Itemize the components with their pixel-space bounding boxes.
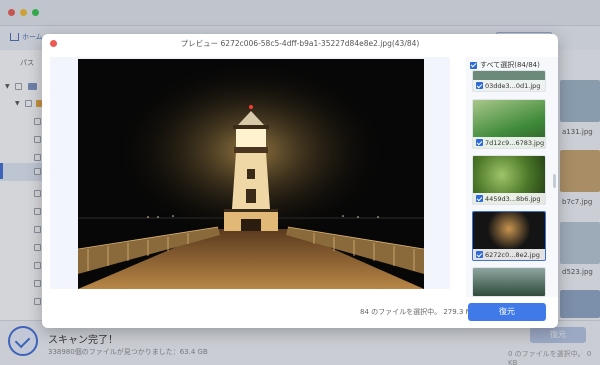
select-all-checkbox[interactable]: すべて選択(84/84)	[470, 60, 540, 70]
sidebar-scrollbar[interactable]	[553, 174, 556, 188]
thumbnail-label-row: 4459d3...8b6.jpg	[473, 193, 545, 204]
checkbox-checked-icon[interactable]	[476, 82, 483, 89]
checkbox-checked-icon[interactable]	[470, 61, 477, 69]
checkbox-checked-icon[interactable]	[476, 251, 483, 258]
checkbox-checked-icon[interactable]	[476, 195, 483, 202]
preview-dialog: プレビュー 6272c006-58c5-4dff-b9a1-35227d84e8…	[42, 34, 558, 328]
thumbnail-label: 6272c0...8e2.jpg	[485, 250, 540, 259]
preview-title: プレビュー 6272c006-58c5-4dff-b9a1-35227d84e8…	[180, 39, 420, 48]
select-all-label: すべて選択(84/84)	[480, 61, 540, 69]
thumbnail-label: 7d12c9...6783.jpg	[485, 138, 545, 147]
lighthouse-photo	[78, 59, 424, 289]
thumbnail-item-active[interactable]: 6272c0...8e2.jpg	[472, 211, 546, 261]
preview-image	[78, 59, 424, 289]
thumbnail-item[interactable]: 4459d3...8b6.jpg	[472, 155, 546, 205]
checkbox-checked-icon[interactable]	[476, 139, 483, 146]
thumbnail-label: 4459d3...8b6.jpg	[485, 194, 541, 203]
recover-button[interactable]: 復元	[468, 303, 546, 321]
thumbnail-item[interactable]	[472, 267, 546, 297]
thumbnail-label-row: 7d12c9...6783.jpg	[473, 137, 545, 148]
thumbnail-label-row: 03dde3...0d1.jpg	[473, 80, 545, 91]
thumbnail-image	[473, 268, 545, 296]
thumbnail-label-row: 6272c0...8e2.jpg	[473, 249, 545, 260]
selection-status: 84 のファイルを選択中。 279.3 MB	[360, 308, 477, 316]
thumbnail-item[interactable]: 7d12c9...6783.jpg	[472, 99, 546, 149]
thumbnail-label: 03dde3...0d1.jpg	[485, 81, 541, 90]
thumbnail-item[interactable]: 03dde3...0d1.jpg	[472, 70, 546, 92]
dialog-footer: 84 のファイルを選択中。 279.3 MB 復元	[42, 297, 558, 328]
